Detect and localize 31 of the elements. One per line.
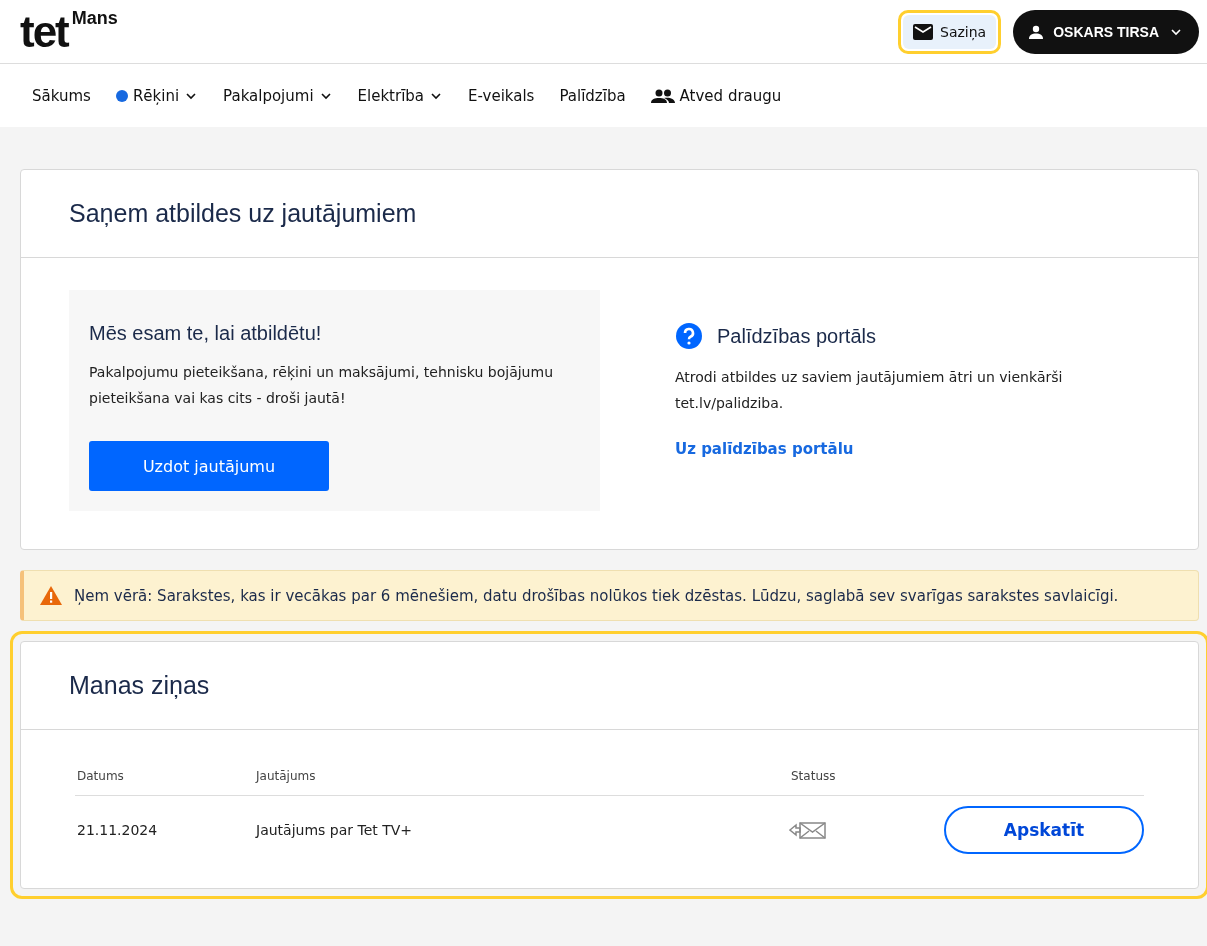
logo[interactable]: tet — [20, 11, 68, 52]
notice-text: Ņem vērā: Sarakstes, kas ir vecākas par 6 mēnešiem, datu drošības nolūkos tiek dzēstas. Lūdzu, saglabā sev svarīgas sarakstes savlaicīgi. — [74, 586, 1119, 605]
ask-question-button[interactable]: Uzdot jautājumu — [89, 441, 329, 491]
user-menu-button[interactable]: OSKARS TIRSA — [1013, 9, 1199, 54]
help-icon — [675, 322, 703, 350]
panel-title: Palīdzības portāls — [717, 324, 876, 348]
nav-link[interactable]: Elektrība — [357, 86, 444, 105]
people-icon — [650, 88, 675, 103]
view-button[interactable]: Apskatīt — [944, 806, 1144, 854]
nav-link[interactable]: Atved draugu — [650, 86, 782, 105]
panel-text: Atrodi atbildes uz saviem jautājumiem ātri un vienkārši tet.lv/palidziba. — [675, 368, 1064, 413]
panel-text: Pakalpojumu pieteikšana, rēķini un maksājumi, tehnisku bojājumu pieteikšana vai kas cits - droši jautā! — [89, 363, 554, 408]
person-icon — [1029, 24, 1044, 39]
column-header: Datums — [76, 768, 125, 783]
envelope-icon — [913, 23, 934, 40]
column-header: Jautājums — [254, 768, 317, 783]
nav-link[interactable]: E-veikals — [468, 86, 535, 105]
contact-button[interactable]: Saziņa — [903, 14, 997, 49]
table-cell-text: 21.11.2024 — [76, 822, 159, 838]
help-portal-link[interactable]: Uz palīdzības portālu — [675, 440, 1150, 458]
column-header: Statuss — [790, 768, 837, 783]
panel-title: Mēs esam te, lai atbildētu! — [89, 322, 323, 345]
table-cell-text: Jautājums par Tet TV+ — [254, 822, 414, 838]
card-title: Manas ziņas — [69, 671, 210, 700]
nav-link[interactable]: Rēķini — [115, 86, 199, 105]
nav-link[interactable]: Sākums — [32, 86, 91, 105]
card-title: Saņem atbildes uz jautājumiem — [69, 199, 417, 228]
logo-subtitle: Mans — [71, 7, 118, 29]
nav-link[interactable]: Pakalpojumi — [223, 86, 333, 105]
nav-link[interactable]: Palīdzība — [559, 86, 626, 105]
warning-icon — [40, 586, 62, 605]
